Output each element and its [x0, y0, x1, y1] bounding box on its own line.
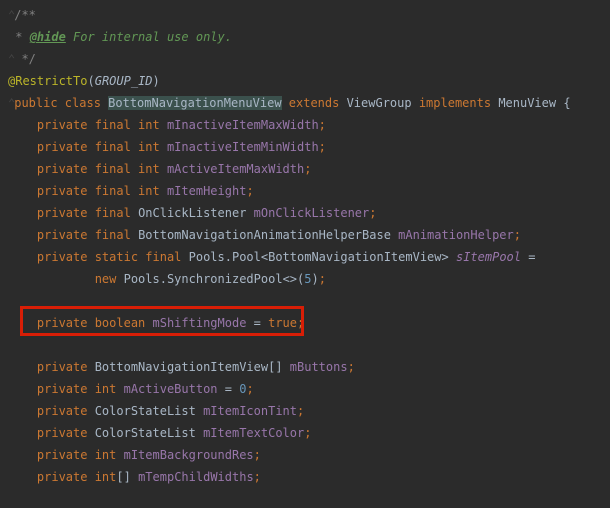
code-line: private int mItemBackgroundRes; — [4, 444, 610, 466]
code-line: @RestrictTo(GROUP_ID) — [4, 70, 610, 92]
code-line: private ColorStateList mItemIconTint; — [4, 400, 610, 422]
blank-line — [4, 334, 610, 356]
code-line: private final BottomNavigationAnimationH… — [4, 224, 610, 246]
code-line: private static final Pools.Pool<BottomNa… — [4, 246, 610, 268]
code-line: private BottomNavigationItemView[] mButt… — [4, 356, 610, 378]
code-line: new Pools.SynchronizedPool<>(5); — [4, 268, 610, 290]
code-line: ⌃/** — [4, 4, 610, 26]
code-line: private final int mItemHeight; — [4, 180, 610, 202]
code-line: private ColorStateList mItemTextColor; — [4, 422, 610, 444]
code-line: private final int mActiveItemMaxWidth; — [4, 158, 610, 180]
code-line: private final int mInactiveItemMinWidth; — [4, 136, 610, 158]
code-line: ⌃public class BottomNavigationMenuView e… — [4, 92, 610, 114]
code-line: ⌃ */ — [4, 48, 610, 70]
blank-line — [4, 290, 610, 312]
code-line: private final int mInactiveItemMaxWidth; — [4, 114, 610, 136]
code-line: * @hide For internal use only. — [4, 26, 610, 48]
code-line: private int mActiveButton = 0; — [4, 378, 610, 400]
code-line-highlighted: private boolean mShiftingMode = true; — [4, 312, 610, 334]
code-line: private final OnClickListener mOnClickLi… — [4, 202, 610, 224]
code-line: private int[] mTempChildWidths; — [4, 466, 610, 488]
code-editor[interactable]: ⌃/** * @hide For internal use only. ⌃ */… — [4, 4, 610, 488]
